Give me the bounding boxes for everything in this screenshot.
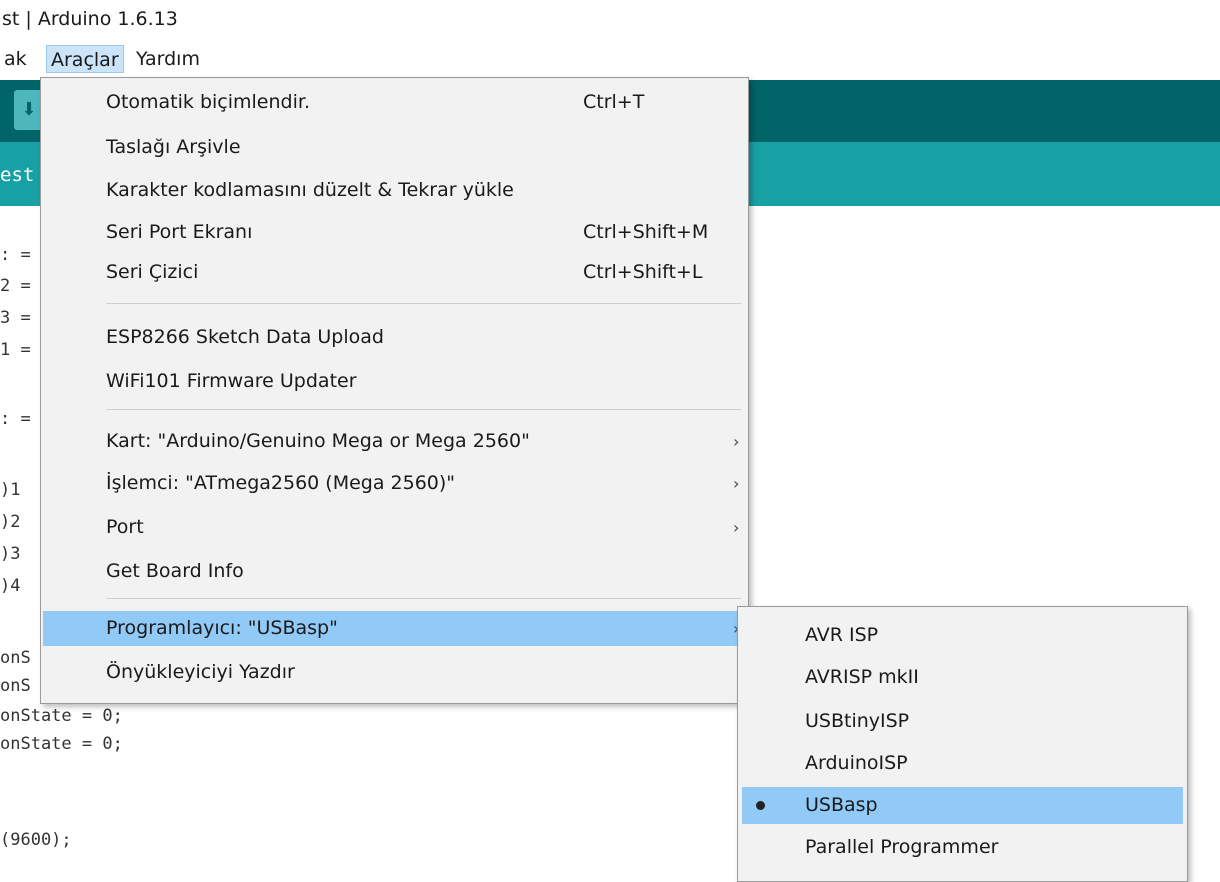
menu-item-label: Get Board Info xyxy=(106,560,244,582)
menu-item-shortcut: Ctrl+Shift+M xyxy=(583,221,709,243)
menu-item-esp8266-upload[interactable]: ESP8266 Sketch Data Upload xyxy=(43,320,746,355)
menu-item-label: Port xyxy=(106,516,144,538)
code-line: : = xyxy=(0,245,31,265)
programmer-option-label: USBtinyISP xyxy=(805,710,910,732)
menu-item-label: WiFi101 Firmware Updater xyxy=(106,370,357,392)
menu-item-auto-format[interactable]: Otomatik biçimlendir. Ctrl+T xyxy=(43,85,746,120)
programmer-option-label: AVR ISP xyxy=(805,624,879,646)
chevron-right-icon: › xyxy=(733,518,740,537)
menu-item-label: Taslağı Arşivle xyxy=(106,136,241,158)
code-line: 2 = xyxy=(0,276,31,296)
menu-item-archive-sketch[interactable]: Taslağı Arşivle xyxy=(43,130,746,165)
menu-item-get-board-info[interactable]: Get Board Info xyxy=(43,554,746,589)
menu-item-fix-encoding[interactable]: Karakter kodlamasını düzelt & Tekrar yük… xyxy=(43,173,746,208)
programmer-submenu: AVR ISP AVRISP mkII USBtinyISP ArduinoIS… xyxy=(737,606,1188,882)
menu-item-wifi101-updater[interactable]: WiFi101 Firmware Updater xyxy=(43,364,746,399)
menu-sketch[interactable]: ak xyxy=(0,45,31,73)
menu-item-processor[interactable]: İşlemci: "ATmega2560 (Mega 2560)" › xyxy=(43,466,746,501)
code-line: )3 xyxy=(0,544,21,564)
menu-item-label: Otomatik biçimlendir. xyxy=(106,91,310,113)
menu-item-serial-monitor[interactable]: Seri Port Ekranı Ctrl+Shift+M xyxy=(43,215,746,250)
programmer-option-avrisp-mkii[interactable]: AVRISP mkII xyxy=(742,659,1183,696)
menu-separator xyxy=(106,409,741,410)
programmer-option-label: ArduinoISP xyxy=(805,752,908,774)
code-line: )2 xyxy=(0,512,21,532)
menu-tools[interactable]: Araçlar xyxy=(46,45,124,73)
chevron-right-icon: › xyxy=(733,474,740,493)
menu-item-serial-plotter[interactable]: Seri Çizici Ctrl+Shift+L xyxy=(43,255,746,290)
menu-separator xyxy=(106,303,741,304)
menu-item-programmer[interactable]: Programlayıcı: "USBasp" › xyxy=(43,611,746,646)
programmer-option-label: Parallel Programmer xyxy=(805,836,999,858)
code-line: onS xyxy=(0,676,31,696)
menu-separator xyxy=(106,598,741,599)
menu-item-port[interactable]: Port › xyxy=(43,510,746,545)
menu-item-label: İşlemci: "ATmega2560 (Mega 2560)" xyxy=(106,472,456,494)
sketch-tab[interactable]: est xyxy=(0,164,34,186)
menu-item-label: Kart: "Arduino/Genuino Mega or Mega 2560… xyxy=(106,430,530,452)
code-line: (9600); xyxy=(0,830,72,850)
menu-item-label: Önyükleyiciyi Yazdır xyxy=(106,661,295,683)
code-line: )4 xyxy=(0,576,21,596)
menu-item-label: Programlayıcı: "USBasp" xyxy=(106,617,338,639)
programmer-option-usbasp[interactable]: USBasp xyxy=(742,787,1183,824)
menu-help[interactable]: Yardım xyxy=(132,45,204,73)
menubar: ak Araçlar Yardım xyxy=(0,42,1220,76)
menu-item-shortcut: Ctrl+T xyxy=(583,91,645,113)
programmer-option-avr-isp[interactable]: AVR ISP xyxy=(742,617,1183,654)
programmer-option-label: AVRISP mkII xyxy=(805,666,919,688)
code-line: 3 = xyxy=(0,308,31,328)
window-title: st | Arduino 1.6.13 xyxy=(0,0,1220,38)
code-line: )1 xyxy=(0,480,21,500)
menu-item-label: Seri Port Ekranı xyxy=(106,221,253,243)
code-line: onState = 0; xyxy=(0,706,123,726)
menu-item-label: ESP8266 Sketch Data Upload xyxy=(106,326,384,348)
menu-item-label: Karakter kodlamasını düzelt & Tekrar yük… xyxy=(106,179,514,201)
radio-selected-icon xyxy=(756,801,765,810)
programmer-option-arduinoisp[interactable]: ArduinoISP xyxy=(742,745,1183,782)
programmer-option-label: USBasp xyxy=(805,794,878,816)
code-line: onState = 0; xyxy=(0,734,123,754)
chevron-right-icon: › xyxy=(733,432,740,451)
menu-item-burn-bootloader[interactable]: Önyükleyiciyi Yazdır xyxy=(43,655,746,690)
code-line: : = xyxy=(0,409,31,429)
code-line: onS xyxy=(0,648,31,668)
menu-item-label: Seri Çizici xyxy=(106,261,199,283)
menu-item-board[interactable]: Kart: "Arduino/Genuino Mega or Mega 2560… xyxy=(43,424,746,459)
menu-item-shortcut: Ctrl+Shift+L xyxy=(583,261,703,283)
programmer-option-parallel[interactable]: Parallel Programmer xyxy=(742,829,1183,866)
tools-menu: Otomatik biçimlendir. Ctrl+T Taslağı Arş… xyxy=(40,77,749,704)
programmer-option-usbtinyisp[interactable]: USBtinyISP xyxy=(742,703,1183,740)
code-line: 1 = xyxy=(0,340,31,360)
